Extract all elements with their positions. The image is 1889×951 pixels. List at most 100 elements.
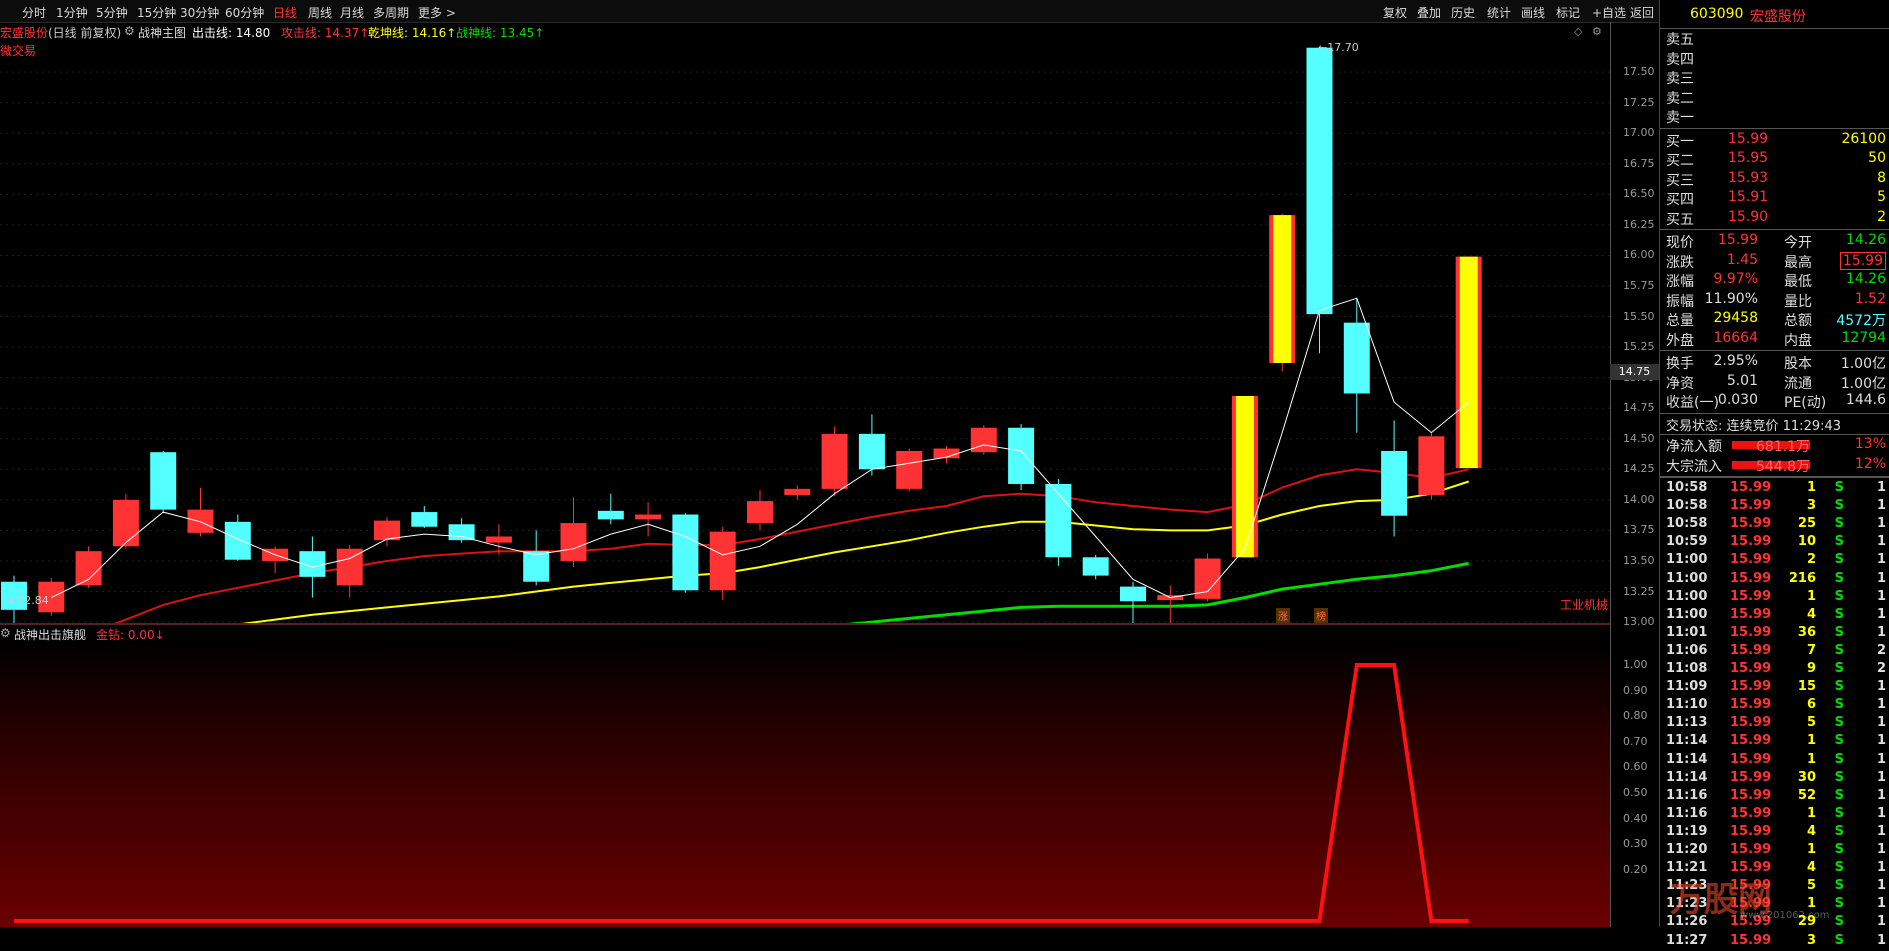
candle-down[interactable]	[1045, 483, 1072, 558]
candle-down[interactable]	[672, 514, 699, 591]
period-tab-4[interactable]: 30分钟	[180, 4, 219, 21]
kline-svg[interactable]	[0, 40, 1610, 623]
tick-time: 11:14	[1666, 733, 1708, 749]
candle-down[interactable]	[1082, 557, 1109, 576]
period-tab-8[interactable]: 月线	[340, 4, 364, 21]
bid-row[interactable]: 买五 15.90 2	[1666, 208, 1886, 228]
price-tick: 17.00	[1623, 126, 1655, 140]
tick-volume: 10	[1797, 534, 1816, 550]
candle-down[interactable]	[1343, 322, 1370, 394]
bid-row[interactable]: 买一 15.99 26100	[1666, 131, 1886, 150]
ask-row[interactable]: 卖二	[1666, 88, 1886, 107]
tick-side: S	[1834, 932, 1844, 948]
tool-button-2[interactable]: 历史	[1451, 4, 1475, 21]
period-tab-3[interactable]: 15分钟	[137, 4, 176, 21]
tick-count: 1	[1876, 896, 1886, 912]
sector-label[interactable]: 工业机械	[1560, 596, 1608, 613]
candle-up[interactable]	[187, 509, 214, 533]
bid-row[interactable]: 买二 15.95 50	[1666, 150, 1886, 169]
candle-up[interactable]	[709, 531, 736, 591]
ma-red-line	[114, 468, 1469, 623]
tick-price: 15.99	[1730, 624, 1772, 640]
sub-tick: 0.60	[1623, 760, 1648, 774]
period-tab-2[interactable]: 5分钟	[96, 4, 128, 21]
stat-label: PE(动)	[1784, 395, 1827, 411]
candle-down[interactable]	[597, 510, 624, 520]
tool-button-3[interactable]: 统计	[1487, 4, 1511, 21]
bid-row[interactable]: 买三 15.93 8	[1666, 169, 1886, 189]
badge-bang[interactable]: 榜	[1314, 608, 1328, 623]
tick-time: 11:27	[1666, 932, 1708, 948]
tick-count: 1	[1876, 805, 1886, 821]
candle-up[interactable]	[560, 523, 587, 561]
line3-value: 乾坤线: 14.16↑	[368, 26, 457, 40]
tick-time: 11:16	[1666, 805, 1708, 821]
candle-down[interactable]	[1306, 47, 1333, 315]
candle-up[interactable]	[374, 520, 400, 541]
sub-indicator-svg[interactable]	[0, 641, 1610, 927]
period-tab-5[interactable]: 60分钟	[225, 4, 264, 21]
period-tab-9[interactable]: 多周期	[373, 4, 409, 21]
candle-up[interactable]	[1418, 436, 1445, 495]
ask-row[interactable]: 卖四	[1666, 49, 1886, 68]
stat-value: 0.030	[1717, 392, 1758, 408]
tool-button-7[interactable]: 返回	[1630, 4, 1654, 21]
period-tab-7[interactable]: 周线	[308, 4, 332, 21]
candle-up[interactable]	[635, 514, 662, 520]
tick-price: 15.99	[1730, 642, 1772, 658]
tool-button-5[interactable]: 标记	[1556, 4, 1580, 21]
tool-button-1[interactable]: 叠加	[1417, 4, 1441, 21]
candle-up[interactable]	[896, 450, 923, 489]
ask-row[interactable]: 卖五	[1666, 29, 1886, 48]
finance-stat-row: 收益(一) 0.030 PE(动) 144.6	[1666, 392, 1886, 411]
candle-up[interactable]	[821, 433, 848, 489]
badge-zhang[interactable]: 涨	[1276, 608, 1290, 623]
indicator-name[interactable]: 战神主图	[138, 24, 186, 41]
ask-row[interactable]: 卖三	[1666, 68, 1886, 87]
tick-volume: 6	[1806, 697, 1816, 713]
adjust-label[interactable]: (日线 前复权)	[48, 24, 121, 41]
candle-up[interactable]	[784, 488, 811, 495]
sub-indicator-panel[interactable]	[0, 641, 1610, 927]
candle-up[interactable]	[112, 499, 139, 547]
tick-row: 10:58 15.99 1 S 1	[1666, 480, 1886, 498]
candle-up[interactable]	[970, 427, 997, 453]
tick-count: 1	[1876, 498, 1886, 514]
candle-down[interactable]	[1381, 450, 1408, 516]
candle-down[interactable]	[448, 524, 475, 541]
tool-button-0[interactable]: 复权	[1383, 4, 1407, 21]
tick-side: S	[1834, 606, 1844, 622]
bid-row[interactable]: 买四 15.91 5	[1666, 189, 1886, 208]
kline-chart[interactable]	[0, 40, 1610, 623]
period-tab-0[interactable]: 分时	[22, 4, 46, 21]
candle-down[interactable]	[411, 512, 438, 527]
tool-button-4[interactable]: 画线	[1521, 4, 1545, 21]
limit-up-candle-core	[1459, 256, 1478, 469]
candle-down[interactable]	[1008, 427, 1035, 484]
ask-row[interactable]: 卖一	[1666, 107, 1886, 126]
tick-row: 11:13 15.99 5 S 1	[1666, 715, 1886, 733]
diamond-icon[interactable]: ◇	[1574, 25, 1582, 38]
candle-up[interactable]	[747, 501, 773, 524]
bid-volume: 8	[1877, 169, 1886, 186]
candle-up[interactable]	[75, 551, 102, 586]
bid-label: 买五	[1666, 211, 1694, 228]
gear-icon[interactable]: ⚙	[1592, 25, 1602, 38]
sub-gear-icon[interactable]: ⚙	[0, 626, 11, 640]
candle-down[interactable]	[523, 551, 550, 582]
bid-price: 15.90	[1728, 208, 1769, 225]
tick-count: 1	[1876, 860, 1886, 876]
candle-down[interactable]	[224, 521, 251, 560]
tick-side: S	[1834, 878, 1844, 894]
tool-button-6[interactable]: +自选	[1592, 4, 1626, 21]
candle-down[interactable]	[858, 433, 885, 470]
candle-up[interactable]	[485, 536, 512, 543]
candle-down[interactable]	[1120, 586, 1146, 602]
settings-gear-icon[interactable]: ⚙	[124, 24, 135, 38]
tick-time: 11:00	[1666, 606, 1708, 622]
period-tab-6[interactable]: 日线	[273, 4, 297, 21]
period-tab-10[interactable]: 更多 >	[418, 4, 456, 21]
candle-down[interactable]	[150, 452, 177, 510]
flow-row: 净流入额 681.1万 13%	[1666, 436, 1886, 455]
period-tab-1[interactable]: 1分钟	[56, 4, 88, 21]
